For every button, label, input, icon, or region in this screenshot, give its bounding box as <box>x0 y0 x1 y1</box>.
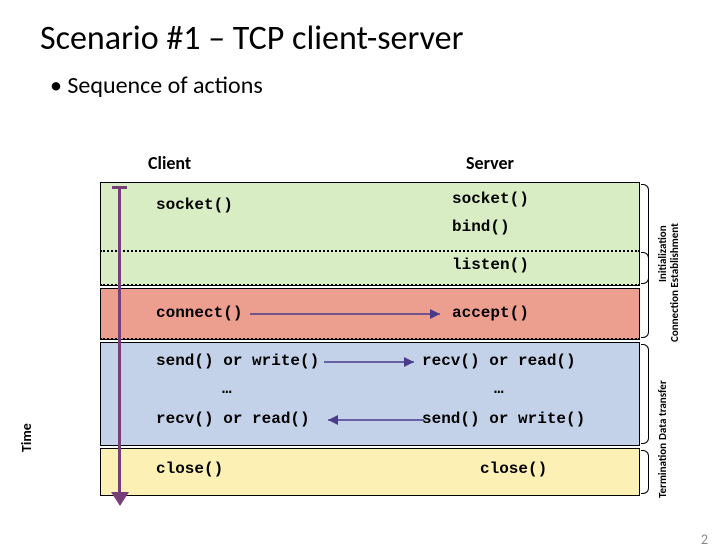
dotted-separator <box>100 338 640 340</box>
server-bind: bind() <box>452 218 510 236</box>
client-close: close() <box>156 460 223 478</box>
column-headers: Client Server <box>120 152 658 180</box>
arrow-connect-accept <box>250 300 450 328</box>
server-recv: recv() or read() <box>422 352 576 370</box>
client-header: Client <box>148 152 191 174</box>
arrow-send-recv <box>324 348 424 376</box>
sequence-diagram: Client Server Time socket() connect() se… <box>64 152 658 522</box>
server-close: close() <box>480 460 547 478</box>
arrow-recv-send <box>318 406 424 434</box>
client-connect: connect() <box>156 304 242 322</box>
bullet-sequence: • Sequence of actions <box>50 71 720 100</box>
time-axis-label: Time <box>18 423 35 452</box>
time-axis <box>118 186 121 496</box>
server-header: Server <box>466 152 514 174</box>
time-axis-arrow-icon <box>111 492 129 506</box>
server-socket: socket() <box>452 190 529 208</box>
client-socket: socket() <box>156 196 233 214</box>
brace-data-transfer <box>641 344 649 444</box>
client-send: send() or write() <box>156 352 319 370</box>
brace-connection <box>641 252 649 338</box>
server-send: send() or write() <box>422 410 585 428</box>
phase-label-termination: Termination <box>656 443 669 498</box>
client-recv: recv() or read() <box>156 410 310 428</box>
dotted-separator <box>100 284 640 286</box>
server-accept: accept() <box>452 304 529 322</box>
server-ellipsis: … <box>494 380 504 398</box>
dotted-separator <box>100 250 640 252</box>
brace-termination <box>641 450 649 494</box>
client-ellipsis: … <box>222 380 232 398</box>
phase-label-data-transfer: Data transfer <box>656 380 669 440</box>
server-listen: listen() <box>452 256 529 274</box>
phase-label-connection: Connection Establishment <box>668 223 681 342</box>
slide-title: Scenario #1 – TCP client-server <box>40 18 720 59</box>
